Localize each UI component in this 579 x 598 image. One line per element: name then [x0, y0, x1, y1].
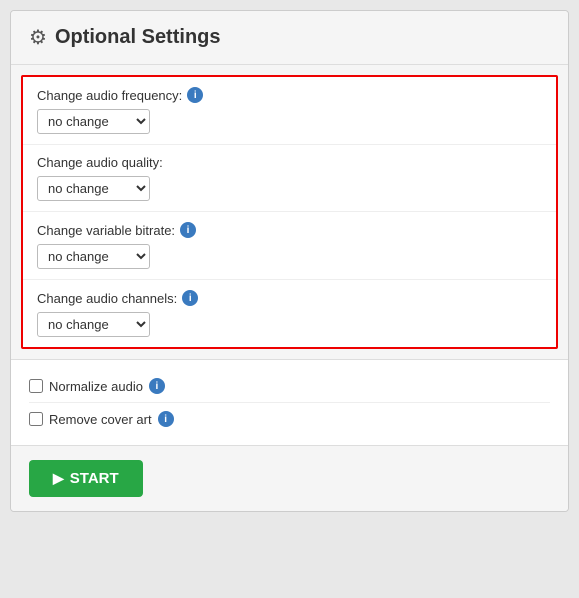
variable-bitrate-label: Change variable bitrate: i — [37, 222, 542, 238]
optional-settings-card: ⚙ Optional Settings Change audio frequen… — [10, 10, 569, 512]
page-title: Optional Settings — [55, 26, 221, 49]
audio-channels-select[interactable]: no change 1 (Mono) 2 (Stereo) — [37, 312, 150, 337]
normalize-audio-checkbox[interactable] — [29, 379, 43, 393]
normalize-audio-label[interactable]: Normalize audio i — [29, 378, 165, 394]
audio-channels-info-icon[interactable]: i — [182, 290, 198, 306]
start-section: ▶ START — [11, 445, 568, 511]
remove-cover-art-label[interactable]: Remove cover art i — [29, 411, 174, 427]
audio-quality-select[interactable]: no change Low Medium High — [37, 176, 150, 201]
variable-bitrate-row: Change variable bitrate: i no change On … — [23, 212, 556, 280]
audio-channels-label: Change audio channels: i — [37, 290, 542, 306]
red-bordered-section: Change audio frequency: i no change 8000… — [21, 75, 558, 349]
remove-cover-art-checkbox[interactable] — [29, 412, 43, 426]
start-button[interactable]: ▶ START — [29, 460, 143, 497]
normalize-audio-row: Normalize audio i — [29, 370, 550, 403]
remove-cover-art-row: Remove cover art i — [29, 403, 550, 435]
gear-icon: ⚙ — [29, 25, 47, 50]
audio-frequency-select[interactable]: no change 8000 Hz 11025 Hz 16000 Hz 2205… — [37, 109, 150, 134]
audio-frequency-label: Change audio frequency: i — [37, 87, 542, 103]
audio-quality-label: Change audio quality: — [37, 155, 542, 170]
checkbox-section: Normalize audio i Remove cover art i — [11, 359, 568, 445]
audio-frequency-row: Change audio frequency: i no change 8000… — [23, 77, 556, 145]
variable-bitrate-select[interactable]: no change On Off — [37, 244, 150, 269]
audio-quality-row: Change audio quality: no change Low Medi… — [23, 145, 556, 212]
start-arrow-icon: ▶ — [53, 470, 64, 487]
audio-frequency-info-icon[interactable]: i — [187, 87, 203, 103]
card-header: ⚙ Optional Settings — [11, 11, 568, 65]
variable-bitrate-info-icon[interactable]: i — [180, 222, 196, 238]
audio-channels-row: Change audio channels: i no change 1 (Mo… — [23, 280, 556, 347]
remove-cover-art-info-icon[interactable]: i — [158, 411, 174, 427]
normalize-audio-info-icon[interactable]: i — [149, 378, 165, 394]
